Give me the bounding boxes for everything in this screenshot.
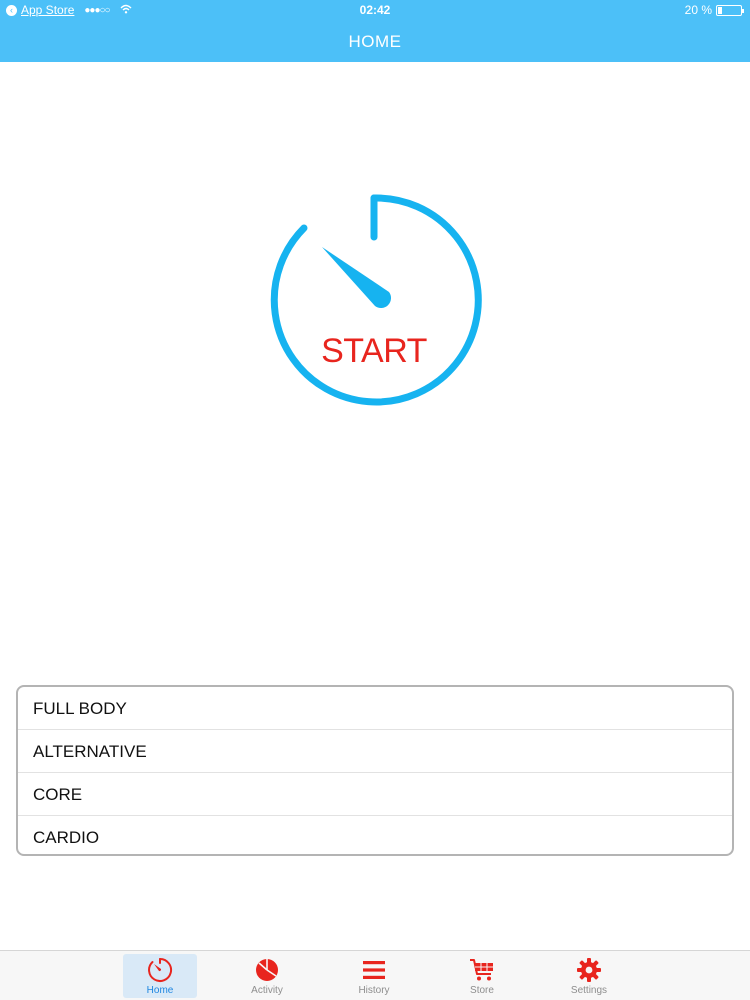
cart-icon — [470, 959, 493, 981]
page-title: HOME — [348, 32, 402, 51]
tab-activity-label: Activity — [251, 985, 283, 996]
navigation-bar: ‹ App Store ●●●○○ 02:42 20 % HOME — [0, 0, 750, 62]
tab-store-label: Store — [470, 985, 494, 996]
gear-icon — [577, 958, 601, 982]
workout-item-full-body[interactable]: FULL BODY — [18, 687, 732, 730]
battery-percent: 20 % — [684, 3, 712, 17]
tab-activity[interactable]: Activity — [230, 954, 304, 998]
tab-store[interactable]: Store — [445, 954, 519, 998]
tab-settings-label: Settings — [570, 985, 608, 996]
workout-list: FULL BODY ALTERNATIVE CORE CARDIO — [16, 685, 734, 856]
list-icon — [363, 961, 385, 979]
tab-bar: Home Activity History Store Settings — [0, 950, 750, 1000]
tab-home[interactable]: Home — [123, 954, 197, 998]
tab-history[interactable]: History — [337, 954, 411, 998]
stopwatch-icon — [270, 194, 482, 406]
pie-chart-icon — [256, 959, 278, 981]
status-bar: ‹ App Store ●●●○○ 02:42 20 % — [0, 0, 750, 20]
start-timer-button[interactable]: START — [262, 190, 486, 410]
tab-settings[interactable]: Settings — [552, 954, 626, 998]
status-time: 02:42 — [359, 3, 391, 17]
start-label: START — [321, 332, 427, 370]
workout-item-core[interactable]: CORE — [18, 773, 732, 816]
workout-item-cardio[interactable]: CARDIO — [18, 816, 732, 854]
tab-home-label: Home — [146, 985, 174, 996]
stopwatch-icon — [148, 957, 172, 982]
battery-fill — [718, 6, 723, 14]
tab-history-label: History — [358, 985, 390, 996]
battery-icon — [716, 4, 744, 16]
battery-status: 20 % — [684, 3, 744, 17]
workout-item-alternative[interactable]: ALTERNATIVE — [18, 730, 732, 773]
